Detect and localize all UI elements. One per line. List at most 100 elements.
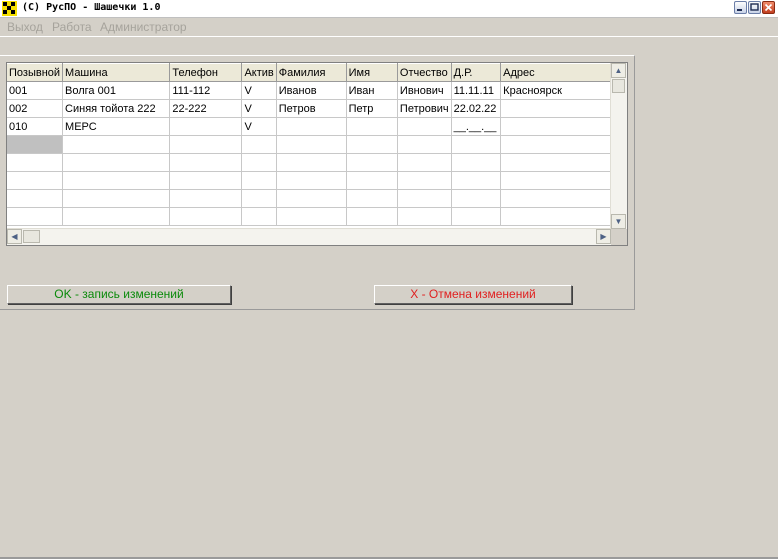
grid-cell[interactable]: Петрович — [397, 99, 452, 118]
grid-cell[interactable] — [241, 171, 277, 190]
grid-cell[interactable]: Петр — [346, 99, 398, 118]
close-icon[interactable] — [762, 1, 775, 14]
grid-cell[interactable]: 22-222 — [169, 99, 243, 118]
grid-cell[interactable] — [62, 135, 171, 154]
grid-cell[interactable]: Иванов — [276, 81, 347, 100]
grid-cell[interactable] — [397, 171, 452, 190]
grid-cell[interactable] — [451, 189, 502, 208]
grid-cell[interactable] — [346, 189, 398, 208]
table-row[interactable] — [7, 153, 627, 172]
grid-cell[interactable]: МЕРС — [62, 117, 171, 136]
vertical-scrollbar[interactable]: ▲ ▼ — [610, 63, 627, 229]
grid-cell[interactable] — [7, 153, 64, 172]
table-row[interactable] — [7, 135, 627, 154]
grid-cell[interactable] — [500, 117, 627, 136]
save-changes-button[interactable]: OK - запись изменений — [7, 285, 231, 304]
grid-cell[interactable]: V — [241, 99, 277, 118]
grid-cell[interactable] — [169, 171, 243, 190]
grid-cell[interactable]: 111-112 — [169, 81, 243, 100]
grid-cell[interactable] — [451, 135, 502, 154]
grid-cell[interactable] — [397, 153, 452, 172]
menu-exit[interactable]: Выход — [7, 20, 43, 34]
vertical-scroll-thumb[interactable] — [612, 79, 625, 93]
grid-cell[interactable] — [7, 189, 64, 208]
grid-cell[interactable]: Волга 001 — [62, 81, 171, 100]
horizontal-scrollbar[interactable]: ◀ ▶ — [7, 228, 611, 245]
grid-cell[interactable] — [169, 135, 243, 154]
grid-cell[interactable] — [346, 135, 398, 154]
grid-cell[interactable] — [451, 171, 502, 190]
grid-cell[interactable] — [346, 117, 398, 136]
grid-cell[interactable]: Синяя тойота 222 — [62, 99, 171, 118]
grid-cell[interactable] — [62, 207, 171, 226]
grid-cell[interactable] — [62, 153, 171, 172]
grid-cell[interactable] — [241, 207, 277, 226]
scroll-down-icon[interactable]: ▼ — [611, 214, 626, 229]
grid-cell[interactable]: 11.11.11 — [451, 81, 502, 100]
table-row[interactable]: 002 Синяя тойота 222 22-222 V Петров Петр Петр… — [7, 99, 627, 118]
grid-cell[interactable]: 002 — [7, 99, 64, 118]
grid-cell[interactable] — [62, 171, 171, 190]
scroll-right-icon[interactable]: ▶ — [596, 229, 611, 244]
grid-cell[interactable] — [500, 207, 627, 226]
grid-cell[interactable] — [169, 189, 243, 208]
grid-cell[interactable]: 010 — [7, 117, 64, 136]
table-row[interactable] — [7, 171, 627, 190]
column-header[interactable]: Д.Р. — [451, 63, 502, 82]
grid-cell[interactable] — [451, 207, 502, 226]
column-header[interactable]: Актив — [241, 63, 277, 82]
grid-cell[interactable] — [62, 189, 171, 208]
grid-cell[interactable]: __.__.__ — [451, 117, 502, 136]
column-header[interactable]: Отчество — [397, 63, 452, 82]
grid-cell[interactable] — [500, 189, 627, 208]
grid-cell[interactable] — [169, 153, 243, 172]
data-grid[interactable]: Позывной Машина Телефон Актив Фамилия Имя Отче… — [6, 62, 628, 246]
grid-cell[interactable] — [241, 135, 277, 154]
cancel-changes-button[interactable]: X - Отмена изменений — [374, 285, 572, 304]
grid-cell[interactable] — [276, 207, 347, 226]
grid-cell[interactable]: Иван — [346, 81, 398, 100]
menu-work[interactable]: Работа — [52, 20, 92, 34]
table-row[interactable]: 010 МЕРС V __.__.__ — [7, 117, 627, 136]
grid-cell[interactable] — [397, 189, 452, 208]
grid-cell[interactable]: 001 — [7, 81, 64, 100]
minimize-icon[interactable] — [734, 1, 747, 14]
grid-cell[interactable] — [7, 171, 64, 190]
grid-cell[interactable] — [451, 153, 502, 172]
grid-cell[interactable]: 22.02.22 — [451, 99, 502, 118]
menu-admin[interactable]: Администратор — [100, 20, 187, 34]
table-row[interactable] — [7, 189, 627, 208]
grid-cell[interactable] — [169, 207, 243, 226]
grid-cell[interactable] — [500, 153, 627, 172]
table-row[interactable] — [7, 207, 627, 226]
grid-cell[interactable] — [346, 171, 398, 190]
grid-cell[interactable] — [346, 207, 398, 226]
grid-cell[interactable] — [500, 171, 627, 190]
grid-cell[interactable]: Петров — [276, 99, 347, 118]
grid-cell[interactable] — [276, 189, 347, 208]
column-header[interactable]: Адрес — [500, 63, 627, 82]
column-header[interactable]: Имя — [346, 63, 398, 82]
grid-cell[interactable] — [276, 153, 347, 172]
column-header[interactable]: Позывной — [7, 63, 64, 82]
horizontal-scroll-thumb[interactable] — [23, 230, 40, 243]
grid-cell[interactable] — [276, 135, 347, 154]
grid-cell[interactable] — [7, 207, 64, 226]
grid-cell[interactable] — [346, 153, 398, 172]
grid-cell[interactable] — [169, 117, 243, 136]
grid-cell[interactable] — [241, 153, 277, 172]
grid-cell[interactable] — [500, 135, 627, 154]
column-header[interactable]: Телефон — [169, 63, 243, 82]
column-header[interactable]: Машина — [62, 63, 171, 82]
grid-cell[interactable] — [7, 135, 64, 154]
grid-cell[interactable] — [241, 189, 277, 208]
grid-cell[interactable] — [276, 171, 347, 190]
grid-cell[interactable]: Ивнович — [397, 81, 452, 100]
scroll-up-icon[interactable]: ▲ — [611, 63, 626, 78]
grid-cell[interactable] — [500, 99, 627, 118]
grid-cell[interactable] — [397, 207, 452, 226]
grid-cell[interactable] — [397, 117, 452, 136]
maximize-icon[interactable] — [748, 1, 761, 14]
column-header[interactable]: Фамилия — [276, 63, 347, 82]
grid-cell[interactable]: V — [241, 117, 277, 136]
